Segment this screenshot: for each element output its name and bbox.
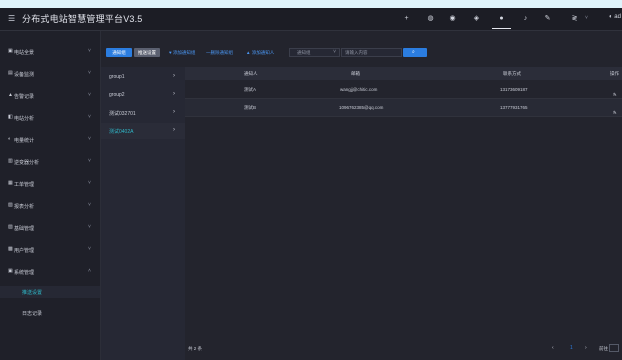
shield-icon[interactable]: ◍ [426, 14, 435, 23]
sidebar-item-alarm[interactable]: ▲ 告警记录 ˅ [0, 90, 100, 102]
chevron-down-icon: ˅ [88, 246, 91, 252]
cell-phone: 13173609187 [500, 87, 528, 92]
table-header: 通知人 邮箱 联系方式 操作 [185, 67, 622, 80]
sidebar-item-report[interactable]: ▧ 报表分析 ˅ [0, 200, 100, 212]
next-page-button[interactable]: › [585, 345, 587, 351]
delete-icon[interactable]: ⌂ [613, 92, 616, 97]
prev-page-button[interactable]: ‹ [552, 345, 554, 351]
col-header-actions: 操作 [610, 71, 619, 76]
monitor-icon: ▤ [8, 70, 13, 76]
user-name: ad [614, 14, 621, 20]
group-item[interactable]: 测试0327​01 › [101, 105, 185, 121]
chevron-down-icon: ˅ [88, 70, 91, 76]
total-count: 共 2 条 [188, 346, 203, 351]
sidebar-item-monitor[interactable]: ▤ 设备监测 ˅ [0, 68, 100, 80]
chevron-down-icon: ˅ [88, 92, 91, 98]
sidebar-item-base[interactable]: ▨ 基础管理 ˅ [0, 222, 100, 234]
add-group-link[interactable]: ♥ 添加通知组 [169, 50, 195, 56]
chevron-down-icon: ˅ [88, 48, 91, 54]
sidebar-item-overview[interactable]: ▣ 电站全景 ˅ [0, 46, 100, 58]
sidebar-item-system[interactable]: ▣ 系统管理 ˄ [0, 266, 100, 278]
chevron-right-icon: › [173, 127, 175, 133]
power-icon: ◐ [8, 136, 12, 142]
inverter-icon: ▥ [8, 158, 13, 164]
sidebar-item-inverter[interactable]: ▥ 逆变器分析 ˅ [0, 156, 100, 168]
message-icon[interactable]: ◉ [448, 14, 457, 23]
tab-push-settings[interactable]: 推送设置 [134, 48, 160, 57]
filter-select-value: 通知组 [297, 50, 311, 55]
chevron-down-icon: ˅ [88, 202, 91, 208]
tab-notify-group[interactable]: 通知组 [106, 48, 132, 57]
current-page[interactable]: 1 [570, 345, 573, 351]
col-header-recipient: 通知人 [244, 71, 258, 76]
app-title: 分布式电站智慧管理平台V3.5 [22, 14, 143, 24]
add-person-icon: ▲ [246, 50, 251, 55]
search-placeholder: 请输入内容 [345, 50, 368, 55]
cell-email: wangjj@chitic.com [340, 87, 378, 92]
col-header-email: 邮箱 [351, 71, 360, 76]
chevron-down-icon: ˅ [88, 180, 91, 186]
dashboard-icon: ▣ [8, 48, 13, 54]
search-input[interactable]: 请输入内容 [341, 48, 402, 57]
filter-select[interactable]: 通知组 ˅ [289, 48, 340, 57]
sidebar-item-power[interactable]: ◐ 电量统计 ˅ [0, 134, 100, 146]
sidebar-subitem-push-settings[interactable]: 推送设置 [0, 286, 100, 298]
system-icon: ▣ [8, 268, 13, 274]
sidebar: ▣ 电站全景 ˅ ▤ 设备监测 ˅ ▲ 告警记录 ˅ ◧ 电站分析 ˅ ◐ 电量… [0, 31, 101, 360]
delete-group-link[interactable]: 一删除通知组 [206, 50, 233, 56]
delete-icon[interactable]: ⌂ [613, 110, 616, 115]
group-item-selected[interactable]: 测试0402A › [101, 123, 185, 139]
language-icon[interactable]: ≷ [570, 14, 579, 23]
cell-phone: 13777931765 [500, 105, 528, 110]
user-menu[interactable]: ◐ ad [609, 14, 621, 20]
chevron-right-icon: › [173, 73, 175, 79]
table-row: 测试A wangjj@chitic.com 13173609187 ✎ ⌂ [185, 81, 622, 99]
header-toolbar: + ◍ ◉ ◈ ● ♪ ✎ ≷ ˅ ◐ ad [402, 8, 622, 30]
chevron-right-icon: › [173, 91, 175, 97]
chevron-down-icon: ˅ [333, 49, 336, 55]
top-header: ☰ 分布式电站智慧管理平台V3.5 + ◍ ◉ ◈ ● ♪ ✎ ≷ ˅ ◐ ad [0, 8, 622, 31]
ticket-icon: ▦ [8, 180, 13, 186]
bell-icon[interactable]: ♪ [521, 14, 530, 23]
base-icon: ▨ [8, 224, 13, 230]
alarm-icon: ▲ [8, 92, 13, 98]
eye-icon[interactable]: ● [492, 14, 511, 29]
search-button[interactable]: ⌕ [403, 48, 427, 57]
cell-recipient: 测试A [244, 87, 257, 92]
col-header-phone: 联系方式 [503, 71, 521, 76]
chevron-down-icon: ˅ [88, 224, 91, 230]
chevron-down-icon: ˅ [88, 158, 91, 164]
analysis-icon: ◧ [8, 114, 13, 120]
menu-toggle-icon[interactable]: ☰ [8, 14, 16, 23]
search-icon: ⌕ [412, 49, 415, 55]
chevron-down-icon[interactable]: ˅ [582, 14, 591, 23]
goto-page-input[interactable] [609, 344, 619, 352]
user-icon: ▩ [8, 246, 13, 252]
table-footer: 共 2 条 ‹ 1 › 前往 [185, 341, 622, 360]
app-window: ☰ 分布式电站智慧管理平台V3.5 + ◍ ◉ ◈ ● ♪ ✎ ≷ ˅ ◐ ad… [0, 8, 622, 360]
add-icon[interactable]: + [402, 14, 411, 23]
group-list: group1 › group2 › 测试0327​01 › 测试0402A › [101, 67, 185, 360]
filter-icon[interactable]: ◈ [472, 14, 481, 23]
add-group-icon: ♥ [169, 50, 172, 55]
add-person-link[interactable]: ▲ 添加通知人 [246, 50, 274, 56]
goto-label: 前往 [599, 346, 608, 351]
sidebar-item-ticket[interactable]: ▦ 工单管理 ˅ [0, 178, 100, 190]
cell-recipient: 测试B [244, 105, 257, 110]
group-item[interactable]: group2 › [101, 87, 185, 103]
sidebar-item-user[interactable]: ▩ 用户管理 ˅ [0, 244, 100, 256]
sidebar-subitem-logs[interactable]: 日志记录 [0, 307, 100, 319]
chevron-up-icon: ˄ [88, 268, 91, 274]
cell-email: 1096762385@qq.com [339, 105, 384, 110]
wrench-icon[interactable]: ✎ [543, 14, 552, 23]
group-item[interactable]: group1 › [101, 69, 185, 85]
table-row: 测试B 1096762385@qq.com 13777931765 ✎ ⌂ [185, 99, 622, 117]
report-icon: ▧ [8, 202, 13, 208]
chevron-down-icon: ˅ [88, 114, 91, 120]
chevron-right-icon: › [173, 109, 175, 115]
main-content: 通知组 推送设置 ♥ 添加通知组 一删除通知组 ▲ 添加通知人 通知组 ˅ 请输… [101, 31, 622, 360]
chevron-down-icon: ˅ [88, 136, 91, 142]
sidebar-item-analysis[interactable]: ◧ 电站分析 ˅ [0, 112, 100, 124]
recipient-table: 通知人 邮箱 联系方式 操作 测试A wangjj@chitic.com 131… [185, 67, 622, 360]
